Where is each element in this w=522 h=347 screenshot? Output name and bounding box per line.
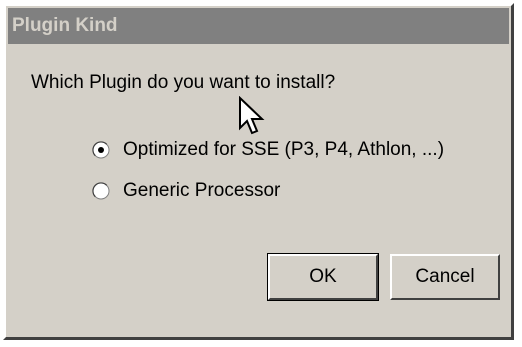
option-sse-label: Optimized for SSE (P3, P4, Athlon, ...) — [123, 139, 445, 160]
plugin-kind-dialog: Plugin Kind Which Plugin do you want to … — [3, 3, 514, 340]
option-generic[interactable]: Generic Processor — [92, 180, 280, 202]
dialog-title: Plugin Kind — [8, 8, 509, 44]
question-label: Which Plugin do you want to install? — [31, 72, 336, 93]
arrow-cursor-icon — [239, 96, 265, 135]
ok-button[interactable]: OK — [267, 253, 379, 301]
radio-selected-icon[interactable] — [92, 141, 110, 159]
cancel-button[interactable]: Cancel — [390, 254, 500, 300]
option-generic-label: Generic Processor — [123, 180, 281, 201]
radio-unselected-icon[interactable] — [92, 182, 110, 200]
option-sse[interactable]: Optimized for SSE (P3, P4, Athlon, ...) — [92, 139, 444, 161]
